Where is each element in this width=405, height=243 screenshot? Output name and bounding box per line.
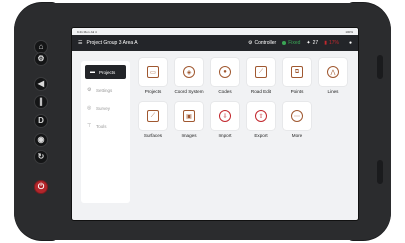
tile-label: Road Edit	[250, 89, 272, 94]
tile-label: Coord System	[174, 89, 204, 94]
menu-icon[interactable]: ☰	[78, 40, 82, 46]
battery-icon: ▮	[324, 40, 327, 46]
export-icon: ⇧	[255, 110, 267, 122]
status-battery: 100%	[345, 29, 353, 34]
tile-codes[interactable]: ● Codes	[210, 58, 240, 94]
codes-icon: ●	[219, 66, 231, 78]
tile-images[interactable]: ▣ Images	[174, 102, 204, 138]
tile-import[interactable]: ⇩ Import	[210, 102, 240, 138]
profile-icon[interactable]: ●	[349, 40, 352, 46]
sidebar-item-settings[interactable]: ⚙ Settings	[81, 83, 130, 97]
project-title: Project Group 3 Area A	[86, 40, 138, 46]
tile-label: Projects	[144, 89, 162, 94]
tile-surfaces[interactable]: ⟋ Surfaces	[138, 102, 168, 138]
controller-status[interactable]: ⚙ Controller	[248, 40, 276, 46]
tile-label: Surfaces	[143, 133, 163, 138]
tile-points[interactable]: ⧉ Points	[282, 58, 312, 94]
tile-label: Points	[290, 89, 304, 94]
coord-system-icon: ◈	[183, 66, 195, 78]
tile-road-edit[interactable]: ⟋ Road Edit	[246, 58, 276, 94]
sidebar-item-label: Survey	[96, 105, 111, 111]
receiver-battery[interactable]: ▮ 17%	[324, 40, 339, 46]
satellite-value: 27	[312, 40, 319, 46]
folder-icon: ▬	[90, 69, 95, 75]
tools-icon: ⊤	[87, 123, 92, 129]
side-grip	[377, 160, 383, 184]
fix-status-dot	[282, 41, 287, 45]
status-time: 9:41 Mon Jul 4	[77, 29, 97, 34]
tile-more[interactable]: ⋯ More	[282, 102, 312, 138]
mode-hardware-button[interactable]: ↻	[34, 150, 48, 164]
tile-export[interactable]: ⇧ Export	[246, 102, 276, 138]
camera-hardware-button[interactable]: ◉	[34, 133, 48, 147]
sidebar: ▬ Projects ⚙ Settings ◎ Survey ⊤ Tools	[81, 61, 130, 203]
back-hardware-button[interactable]: ◀	[34, 77, 48, 91]
road-edit-icon: ⟋	[255, 66, 267, 78]
controller-icon: ⚙	[248, 40, 253, 46]
tile-coord-system[interactable]: ◈ Coord System	[174, 58, 204, 94]
survey-icon: ◎	[87, 105, 92, 111]
tile-projects[interactable]: ▭ Projects	[138, 58, 168, 94]
side-grip	[377, 55, 383, 79]
import-icon: ⇩	[219, 110, 231, 122]
tile-lines[interactable]: ⋀ Lines	[318, 58, 348, 94]
sidebar-item-label: Projects	[99, 69, 116, 75]
status-bar: 9:41 Mon Jul 4 100%	[72, 28, 358, 35]
images-icon: ▣	[183, 110, 195, 122]
tile-label: Lines	[327, 89, 339, 94]
d-hardware-button[interactable]: D	[34, 114, 48, 128]
sidebar-item-label: Tools	[96, 123, 107, 129]
app-bar: ☰ Project Group 3 Area A ⚙ Controller Fi…	[72, 35, 358, 51]
sidebar-item-tools[interactable]: ⊤ Tools	[81, 119, 130, 133]
folder-icon: ▭	[147, 66, 159, 78]
tile-label: Export	[254, 133, 268, 138]
sidebar-item-survey[interactable]: ◎ Survey	[81, 101, 130, 115]
settings-hardware-button[interactable]: ⚙	[34, 52, 48, 66]
device-screen: 9:41 Mon Jul 4 100% ☰ Project Group 3 Ar…	[71, 27, 359, 221]
sidebar-item-label: Settings	[96, 87, 113, 93]
more-icon: ⋯	[291, 110, 303, 122]
gear-icon: ⚙	[87, 87, 92, 93]
controller-label: Controller	[254, 40, 277, 46]
surfaces-icon: ⟋	[147, 110, 159, 122]
sidebar-item-projects[interactable]: ▬ Projects	[85, 65, 126, 79]
tile-label: Images	[181, 133, 197, 138]
tile-label: Import	[218, 133, 232, 138]
pause-hardware-button[interactable]: ∥	[34, 95, 48, 109]
battery-value: 17%	[328, 40, 339, 46]
points-icon: ⧉	[291, 66, 303, 78]
lines-icon: ⋀	[327, 66, 339, 78]
power-button[interactable]: ⏻	[34, 180, 48, 194]
tile-label: Codes	[218, 89, 232, 94]
tile-label: More	[291, 133, 303, 138]
satellite-icon: ✦	[306, 40, 311, 46]
fix-status[interactable]: Fixed	[282, 40, 300, 46]
fix-label: Fixed	[288, 40, 301, 46]
satellite-count[interactable]: ✦ 27	[306, 40, 318, 46]
